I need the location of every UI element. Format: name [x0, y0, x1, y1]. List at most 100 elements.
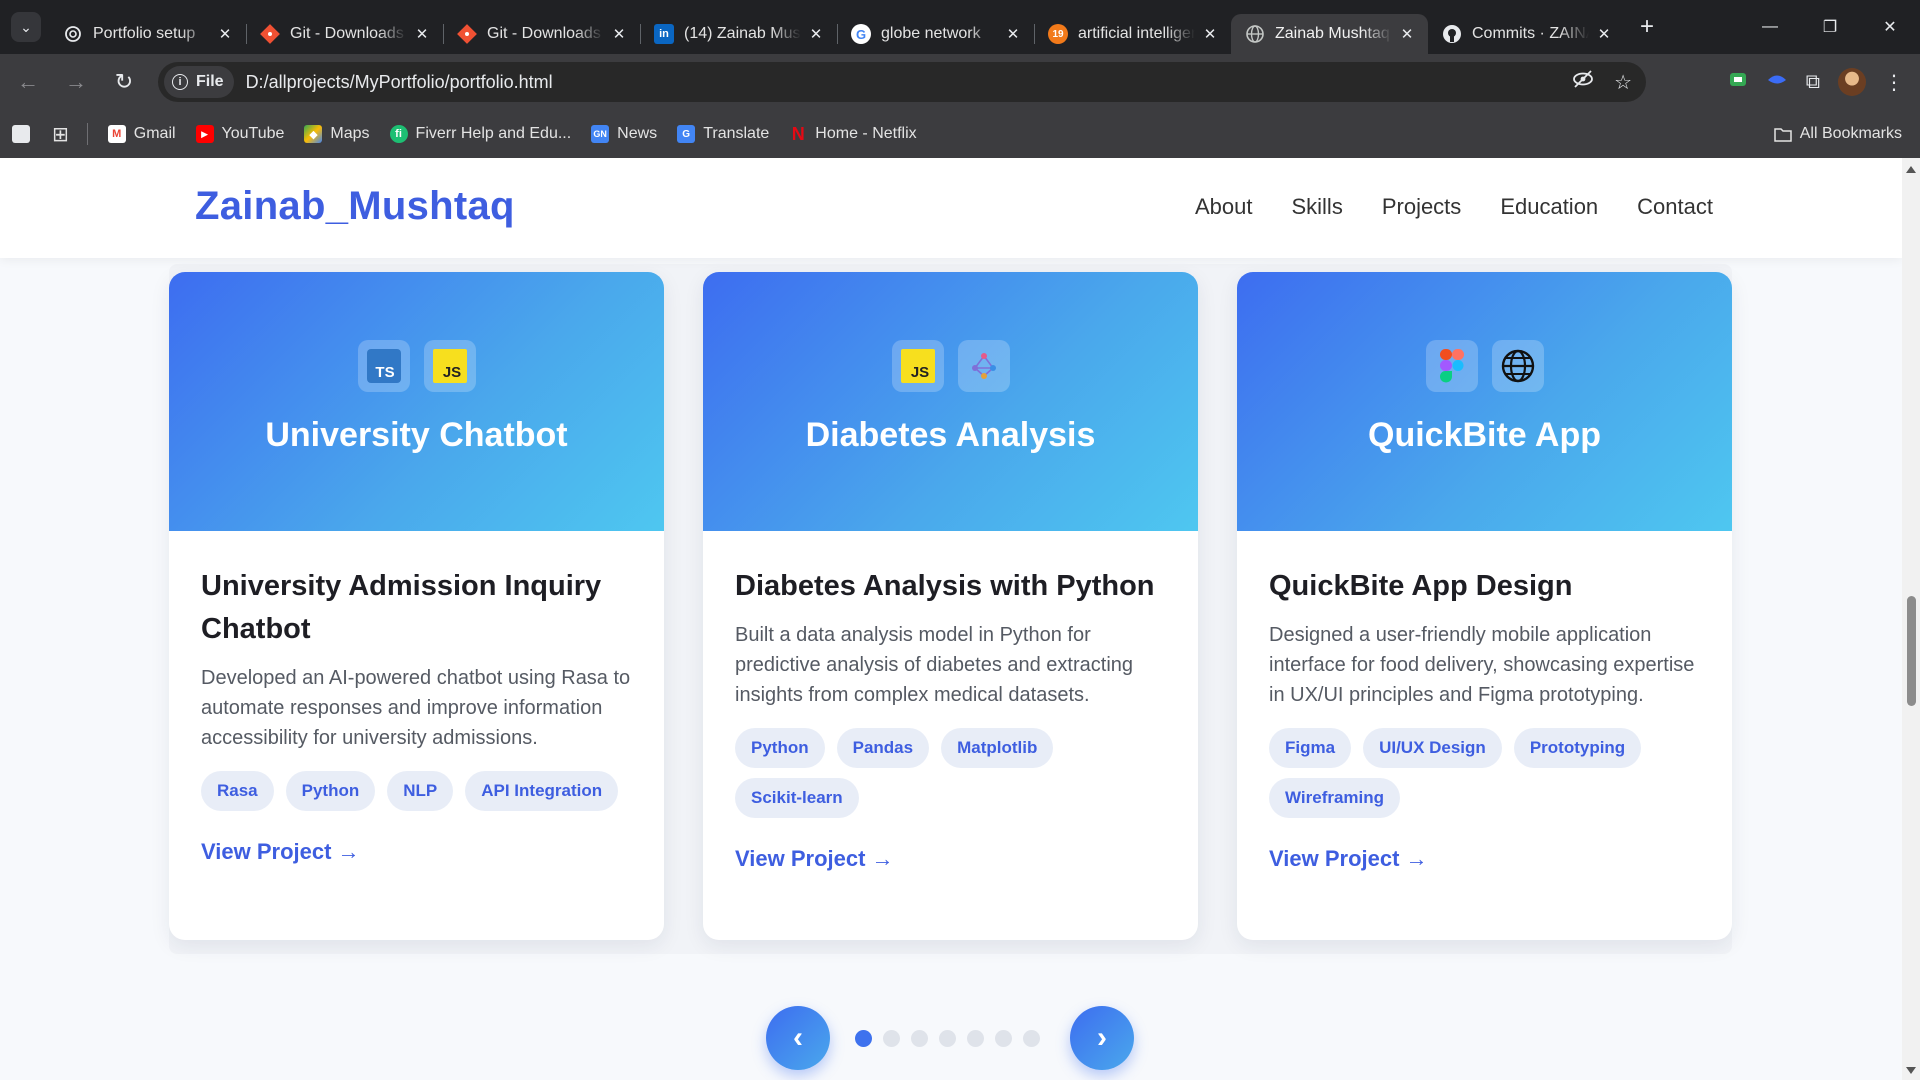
bookmark-youtube[interactable]: ▶ YouTube	[195, 125, 285, 143]
tab-title: Git - Downloads	[290, 25, 404, 42]
search-icon: 19	[1048, 24, 1068, 44]
tab-git-downloads-1[interactable]: Git - Downloads ✕	[246, 14, 443, 54]
globe-icon	[1245, 24, 1265, 44]
bookmarks-bar: ⊞ M Gmail ▶ YouTube ◆ Maps fi Fiverr Hel…	[0, 110, 1920, 158]
page-scrollbar[interactable]	[1902, 158, 1920, 1080]
extensions-puzzle-icon[interactable]: ⧉	[1806, 71, 1820, 94]
fiverr-icon: fi	[389, 125, 408, 143]
bookmark-label: Fiverr Help and Edu...	[415, 125, 572, 142]
bookmark-label: Maps	[330, 125, 370, 142]
minimize-icon[interactable]: —	[1740, 0, 1800, 54]
new-tab-button[interactable]: +	[1631, 11, 1663, 43]
bookmark-news[interactable]: GN News	[591, 125, 657, 143]
address-bar[interactable]: i File D:/allprojects/MyPortfolio/portfo…	[158, 62, 1646, 102]
tag: UI/UX Design	[1363, 728, 1502, 768]
maps-icon: ◆	[304, 125, 323, 143]
tab-zainab-mushtaq-active[interactable]: Zainab Mushtaq ✕	[1231, 14, 1428, 54]
tag: Pandas	[836, 728, 930, 768]
nav-link-projects[interactable]: Projects	[1382, 194, 1461, 220]
bookmark-label: YouTube	[221, 125, 285, 142]
carousel-next-button[interactable]: ›	[1070, 1006, 1134, 1070]
tab-artificial-intelligence[interactable]: 19 artificial intelligence ✕	[1034, 14, 1231, 54]
javascript-icon: JS	[891, 340, 944, 392]
tab-google-globe-network[interactable]: G globe network ✕	[837, 14, 1034, 54]
carousel-dot[interactable]	[911, 1030, 928, 1047]
carousel-dot[interactable]	[1023, 1030, 1040, 1047]
bookmarks-divider	[86, 123, 88, 145]
close-window-icon[interactable]: ✕	[1860, 0, 1920, 54]
nav-link-education[interactable]: Education	[1500, 194, 1598, 220]
close-icon[interactable]: ✕	[807, 25, 825, 43]
site-brand-logo[interactable]: Zainab_Mushtaq	[195, 184, 515, 229]
globe-icon	[1491, 340, 1544, 392]
tech-icons: TS JS	[169, 340, 664, 392]
carousel-prev-button[interactable]: ‹	[766, 1006, 830, 1070]
extension-green-icon[interactable]	[1728, 69, 1748, 95]
view-project-link[interactable]: View Project →	[735, 846, 894, 872]
news-icon: GN	[591, 125, 610, 143]
typescript-icon: TS	[357, 340, 410, 392]
carousel-dot[interactable]	[855, 1030, 872, 1047]
close-icon[interactable]: ✕	[610, 25, 628, 43]
bookmark-checkbox-icon[interactable]	[12, 125, 38, 143]
reload-icon[interactable]: ↻	[104, 62, 144, 102]
google-icon: G	[851, 24, 871, 44]
all-bookmarks-button[interactable]: All Bookmarks	[1774, 125, 1902, 143]
forward-arrow-icon[interactable]: →	[56, 62, 96, 102]
carousel-dot[interactable]	[967, 1030, 984, 1047]
site-nav-links: About Skills Projects Education Contact	[1195, 194, 1713, 220]
site-info-chip[interactable]: i File	[164, 66, 234, 98]
extension-blue-icon[interactable]	[1766, 69, 1788, 95]
site-info-label: File	[196, 73, 224, 90]
url-text[interactable]: D:/allprojects/MyPortfolio/portfolio.htm…	[246, 72, 553, 93]
scroll-up-icon[interactable]	[1906, 166, 1916, 173]
tab-git-downloads-2[interactable]: Git - Downloads ✕	[443, 14, 640, 54]
view-project-link[interactable]: View Project →	[1269, 846, 1428, 872]
more-menu-icon[interactable]: ⋮	[1884, 70, 1904, 95]
bookmark-label: Home - Netflix	[815, 125, 917, 142]
tab-linkedin[interactable]: in (14) Zainab Mushtaq ✕	[640, 14, 837, 54]
carousel-dots	[855, 1030, 1040, 1047]
tab-title: artificial intelligence	[1078, 25, 1195, 42]
tag: NLP	[387, 771, 454, 811]
close-icon[interactable]: ✕	[216, 25, 234, 43]
network-icon	[957, 340, 1010, 392]
tab-title: Git - Downloads	[487, 25, 601, 42]
scrollbar-thumb[interactable]	[1907, 596, 1916, 706]
restore-icon[interactable]: ❐	[1800, 0, 1860, 54]
nav-link-contact[interactable]: Contact	[1637, 194, 1713, 220]
tag: Prototyping	[1513, 728, 1642, 768]
scroll-down-icon[interactable]	[1906, 1067, 1916, 1074]
back-arrow-icon[interactable]: ←	[8, 62, 48, 102]
close-icon[interactable]: ✕	[1004, 25, 1022, 43]
project-card-hero: QuickBite App	[1237, 272, 1732, 531]
bookmark-gmail[interactable]: M Gmail	[107, 125, 176, 143]
window-controls: — ❐ ✕	[1740, 0, 1920, 54]
bookmark-netflix[interactable]: N Home - Netflix	[789, 124, 917, 144]
tab-title: globe network	[881, 25, 981, 42]
carousel-dot[interactable]	[995, 1030, 1012, 1047]
tab-github-commits[interactable]: Commits · ZAINAB ✕	[1428, 14, 1625, 54]
info-icon: i	[172, 74, 188, 90]
bookmark-translate[interactable]: G Translate	[677, 125, 769, 143]
bookmark-star-icon[interactable]: ☆	[1614, 70, 1632, 95]
close-icon[interactable]: ✕	[1398, 25, 1416, 43]
carousel-dot[interactable]	[883, 1030, 900, 1047]
tab-portfolio-setup[interactable]: Portfolio setup ✕	[49, 14, 246, 54]
tab-search-button[interactable]: ⌄	[11, 12, 41, 42]
profile-avatar[interactable]	[1838, 68, 1866, 96]
bookmark-maps[interactable]: ◆ Maps	[304, 125, 370, 143]
apps-grid-icon[interactable]: ⊞	[52, 122, 69, 147]
project-title: University Admission Inquiry Chatbot	[201, 570, 602, 645]
eye-slash-icon[interactable]	[1572, 68, 1594, 96]
close-icon[interactable]: ✕	[1595, 25, 1613, 43]
view-project-link[interactable]: View Project →	[201, 839, 360, 865]
close-icon[interactable]: ✕	[1201, 25, 1219, 43]
tech-icons: JS	[703, 340, 1198, 392]
nav-link-about[interactable]: About	[1195, 194, 1253, 220]
nav-link-skills[interactable]: Skills	[1291, 194, 1342, 220]
bookmark-fiverr[interactable]: fi Fiverr Help and Edu...	[389, 125, 572, 143]
project-card-body: QuickBite App Design Designed a user-fri…	[1237, 531, 1732, 872]
close-icon[interactable]: ✕	[413, 25, 431, 43]
carousel-dot[interactable]	[939, 1030, 956, 1047]
